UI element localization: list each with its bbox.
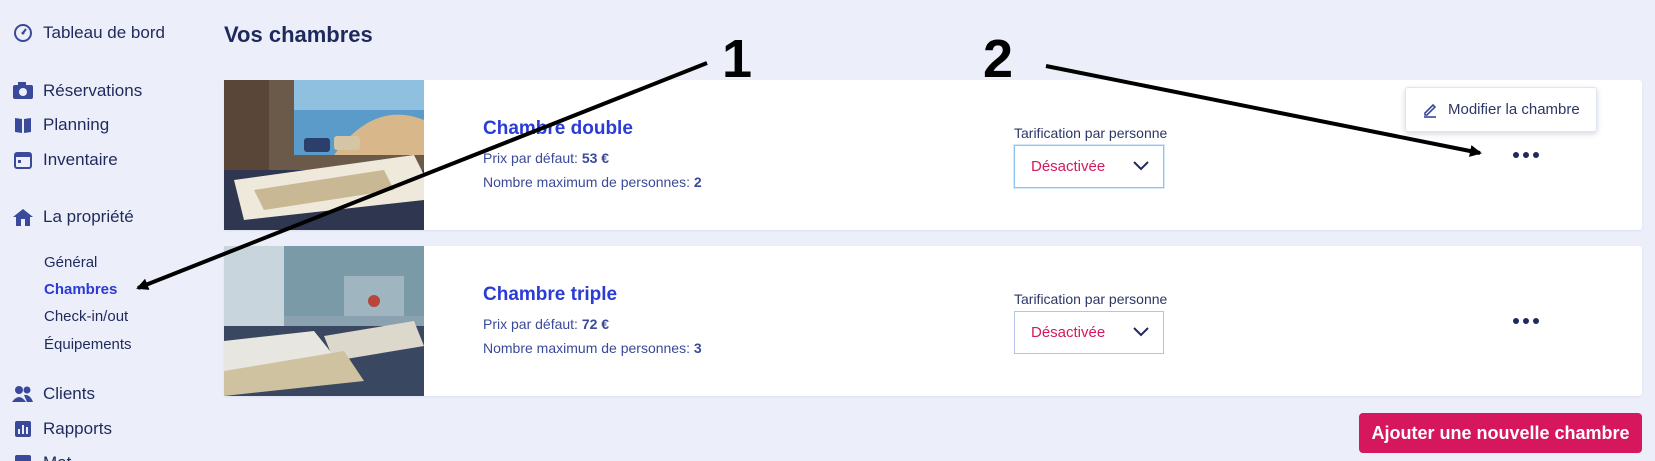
room-name-link[interactable]: Chambre triple [483,284,702,306]
dot [1533,318,1539,324]
max-persons-value: 3 [693,340,702,356]
dot [1533,152,1539,158]
nav-property-label: La propriété [43,207,134,226]
book-icon [12,114,34,136]
nav-property[interactable]: La propriété [12,206,134,228]
nav-planning-label: Planning [43,115,110,134]
price-label: Prix par défaut: [483,316,578,332]
menu-item-icon [12,452,34,461]
camera-icon [12,80,34,102]
pricing-select-value: Désactivée [1031,324,1106,341]
nav-dashboard-label: Tableau de bord [43,23,165,42]
max-persons-value: 2 [693,174,702,190]
nav-reports[interactable]: Rapports [12,418,112,440]
nav-reports-label: Rapports [43,419,112,438]
nav-clients-label: Clients [43,384,95,403]
subnav-chambres[interactable]: Chambres [44,281,117,298]
chevron-down-icon [1133,324,1149,341]
nav-dashboard[interactable]: Tableau de bord [12,22,165,44]
pricing-label: Tarification par personne [1014,125,1168,141]
pricing-select-value: Désactivée [1031,158,1106,175]
room-default-price: Prix par défaut: 53 € [483,146,702,170]
pricing-select[interactable]: Désactivée [1014,311,1164,354]
chevron-down-icon [1133,158,1149,175]
subnav-equipements[interactable]: Équipements [44,336,132,353]
subnav-checkin[interactable]: Check-in/out [44,308,128,325]
edit-room-menu-item[interactable]: Modifier la chambre [1405,87,1597,132]
dot [1523,152,1529,158]
dot [1513,152,1519,158]
pencil-icon [1422,102,1438,118]
dot [1523,318,1529,324]
nav-planning[interactable]: Planning [12,114,109,136]
room-info: Chambre double Prix par défaut: 53 € Nom… [483,118,702,194]
sidebar: Tableau de bord Réservations Planning In… [0,0,205,461]
max-persons-label: Nombre maximum de personnes: [483,340,690,356]
nav-inventory-label: Inventaire [43,150,118,169]
pricing-select[interactable]: Désactivée [1014,145,1164,188]
room-photo [224,80,424,230]
bar-chart-icon [12,418,34,440]
dot [1513,318,1519,324]
room-max-persons: Nombre maximum de personnes: 2 [483,170,702,194]
room-default-price: Prix par défaut: 72 € [483,312,702,336]
nav-reservations-label: Réservations [43,81,143,100]
add-room-button[interactable]: Ajouter une nouvelle chambre [1359,413,1642,453]
calendar-icon [12,149,34,171]
room-photo [224,246,424,396]
price-label: Prix par défaut: [483,150,578,166]
more-options-button[interactable] [1504,140,1548,170]
room-max-persons: Nombre maximum de personnes: 3 [483,336,702,360]
subnav-general[interactable]: Général [44,254,97,271]
more-options-button[interactable] [1504,306,1548,336]
room-name-link[interactable]: Chambre double [483,118,702,140]
users-icon [12,383,34,405]
pricing-control: Tarification par personne Désactivée [1014,125,1167,188]
nav-truncated-label: Mot… [43,453,88,461]
pricing-label: Tarification par personne [1014,291,1168,307]
nav-truncated[interactable]: Mot… [12,452,88,461]
room-info: Chambre triple Prix par défaut: 72 € Nom… [483,284,702,360]
pricing-control: Tarification par personne Désactivée [1014,291,1167,354]
nav-reservations[interactable]: Réservations [12,80,142,102]
dashboard-gauge-icon [12,22,34,44]
nav-inventory[interactable]: Inventaire [12,149,118,171]
room-card: Chambre triple Prix par défaut: 72 € Nom… [224,246,1642,396]
house-icon [12,206,34,228]
price-value: 53 € [581,150,610,166]
edit-room-label: Modifier la chambre [1448,101,1580,118]
max-persons-label: Nombre maximum de personnes: [483,174,690,190]
nav-clients[interactable]: Clients [12,383,95,405]
page-title: Vos chambres [224,22,373,47]
price-value: 72 € [581,316,610,332]
